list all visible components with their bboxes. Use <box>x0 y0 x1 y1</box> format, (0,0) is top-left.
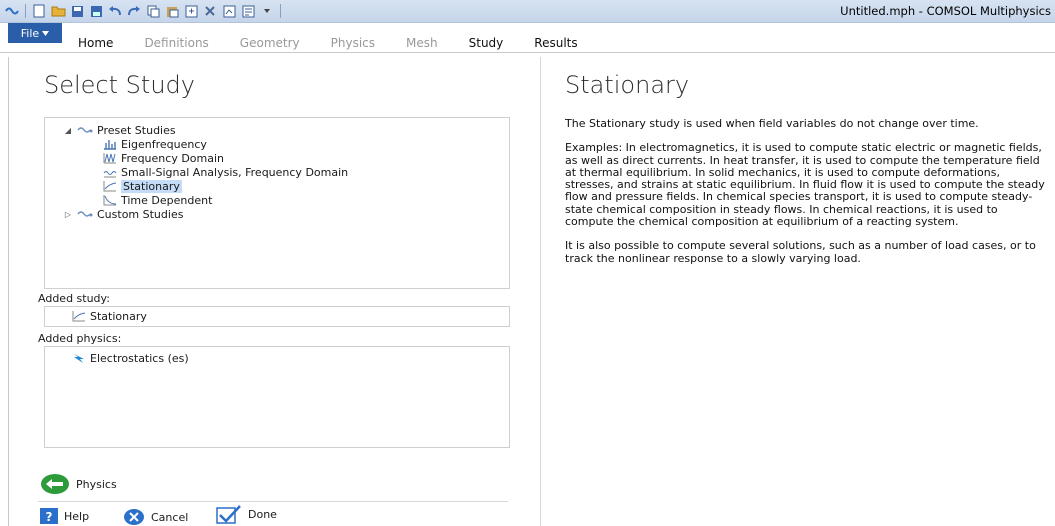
page-title: Select Study <box>44 71 195 99</box>
file-menu-label: File <box>20 26 40 40</box>
file-menu-button[interactable]: File <box>8 23 62 43</box>
added-physics-label: Added physics: <box>38 332 122 345</box>
description-paragraph: Examples: In electromagnetics, it is use… <box>565 141 1045 229</box>
toolbar-divider <box>280 4 281 18</box>
tree-label: Preset Studies <box>97 123 176 137</box>
tab-study[interactable]: Study <box>469 36 504 50</box>
build-icon[interactable] <box>221 3 237 19</box>
study-title: Stationary <box>565 71 690 99</box>
added-physics-list[interactable]: Electrostatics (es) <box>44 346 510 448</box>
comsol-logo-icon <box>4 3 20 19</box>
tree-label: Small-Signal Analysis, Frequency Domain <box>121 165 349 179</box>
panel-divider <box>8 57 9 526</box>
time-dependent-icon <box>103 195 117 206</box>
cancel-icon <box>124 509 144 525</box>
added-physics-item[interactable]: Electrostatics (es) <box>72 351 189 365</box>
undo-icon[interactable] <box>107 3 123 19</box>
tree-label: Time Dependent <box>121 193 213 207</box>
save-icon[interactable] <box>69 3 85 19</box>
tree-label: Custom Studies <box>97 207 184 221</box>
quick-access-toolbar <box>4 2 283 20</box>
new-file-icon[interactable] <box>31 3 47 19</box>
window-title: Untitled.mph - COMSOL Multiphysics <box>840 4 1051 18</box>
open-folder-icon[interactable] <box>50 3 66 19</box>
help-button[interactable]: ? Help <box>40 508 89 524</box>
done-check-icon <box>216 505 241 524</box>
frequency-domain-icon <box>103 153 116 164</box>
redo-icon[interactable] <box>126 3 142 19</box>
added-study-value: Stationary <box>90 309 147 323</box>
tree-item-small-signal[interactable]: Small-Signal Analysis, Frequency Domain <box>103 165 348 179</box>
expand-arrow-icon[interactable]: ◢ <box>63 126 73 135</box>
tree-item-frequency-domain[interactable]: Frequency Domain <box>103 151 224 165</box>
tree-item-stationary[interactable]: Stationary <box>103 179 182 193</box>
tree-node-custom-studies[interactable]: ▷ Custom Studies <box>63 207 184 221</box>
done-button[interactable]: Done <box>216 504 277 524</box>
cancel-button[interactable]: Cancel <box>123 508 188 526</box>
back-button-label: Physics <box>76 477 117 491</box>
save-as-icon[interactable] <box>88 3 104 19</box>
compute-icon[interactable] <box>240 3 256 19</box>
chevron-down-icon[interactable] <box>259 3 275 19</box>
paste-icon[interactable] <box>164 3 180 19</box>
ribbon: File Home Definitions Geometry Physics M… <box>0 23 1055 53</box>
svg-text:?: ? <box>46 510 53 524</box>
tab-results[interactable]: Results <box>534 36 577 50</box>
help-icon: ? <box>40 508 58 524</box>
title-bar: Untitled.mph - COMSOL Multiphysics <box>0 0 1055 23</box>
eigenfrequency-icon <box>104 140 116 150</box>
stationary-icon <box>72 311 86 322</box>
study-tree[interactable]: ◢ Preset Studies Eigenfrequency Frequenc… <box>44 117 510 289</box>
tree-label: Stationary <box>121 179 182 193</box>
study-folder-icon <box>77 127 93 133</box>
help-label: Help <box>64 509 90 523</box>
tab-mesh[interactable]: Mesh <box>406 36 438 50</box>
expand-arrow-icon[interactable]: ▷ <box>63 210 73 219</box>
tree-item-eigenfrequency[interactable]: Eigenfrequency <box>103 137 207 151</box>
tree-item-time-dependent[interactable]: Time Dependent <box>103 193 212 207</box>
cancel-label: Cancel <box>151 510 189 524</box>
study-folder-icon <box>77 211 93 217</box>
tree-label: Eigenfrequency <box>121 137 207 151</box>
copy-icon[interactable] <box>145 3 161 19</box>
tree-label: Frequency Domain <box>121 151 225 165</box>
description-paragraph: It is also possible to compute several s… <box>565 239 1036 265</box>
tree-node-preset-studies[interactable]: ◢ Preset Studies <box>63 123 176 137</box>
study-description: The Stationary study is used when field … <box>565 117 1047 277</box>
back-to-physics-button[interactable]: Physics <box>40 473 117 495</box>
added-study-list[interactable]: Stationary <box>44 306 510 327</box>
tab-geometry[interactable]: Geometry <box>240 36 300 50</box>
duplicate-icon[interactable] <box>183 3 199 19</box>
footer-divider <box>38 501 508 502</box>
added-study-item[interactable]: Stationary <box>72 309 147 323</box>
ribbon-tabs: Home Definitions Geometry Physics Mesh S… <box>78 36 609 50</box>
tab-home[interactable]: Home <box>78 36 113 50</box>
tab-definitions[interactable]: Definitions <box>144 36 208 50</box>
small-signal-icon <box>103 171 117 178</box>
delete-icon[interactable] <box>202 3 218 19</box>
toolbar-divider <box>25 4 26 18</box>
arrow-left-icon <box>41 474 69 494</box>
description-paragraph: The Stationary study is used when field … <box>565 117 979 130</box>
done-label: Done <box>248 507 277 521</box>
added-physics-value: Electrostatics (es) <box>90 351 189 365</box>
electrostatics-icon <box>74 354 84 363</box>
stationary-icon <box>103 181 117 192</box>
tab-physics[interactable]: Physics <box>331 36 375 50</box>
added-study-label: Added study: <box>38 292 110 305</box>
chevron-down-icon <box>42 30 50 36</box>
